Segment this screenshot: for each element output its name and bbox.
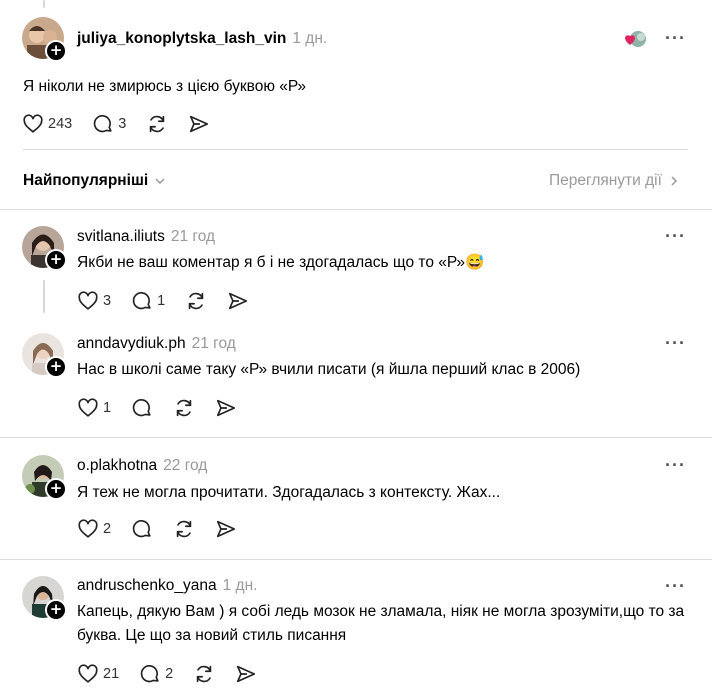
comment-text: Нас в школі саме таку «Р» вчили писати (… [77, 361, 581, 378]
reply-button[interactable]: 2 [139, 663, 173, 685]
like-button[interactable]: 2 [77, 518, 111, 540]
follow-plus-icon[interactable]: + [45, 356, 67, 378]
follow-plus-icon[interactable]: + [45, 478, 67, 500]
avatar[interactable]: + [22, 17, 67, 62]
send-icon [237, 665, 256, 683]
share-button[interactable] [215, 397, 237, 419]
comment-time: 21 год [191, 335, 236, 352]
heart-icon [78, 664, 98, 683]
comment-text: Я теж не могла прочитати. Здогадалась з … [77, 484, 501, 501]
share-button[interactable] [235, 663, 257, 685]
heart-icon [78, 291, 98, 310]
avatar[interactable]: + [22, 576, 67, 621]
avatar[interactable]: + [22, 226, 67, 271]
comment-username[interactable]: anndavydiuk.ph [77, 335, 186, 352]
more-options-icon[interactable]: ··· [665, 576, 686, 597]
avatar[interactable]: + [22, 333, 67, 378]
repost-button[interactable] [173, 397, 195, 419]
like-button[interactable]: 3 [77, 290, 111, 312]
reply-count: 2 [165, 666, 174, 682]
reply-button[interactable] [131, 397, 153, 419]
comment-icon [132, 292, 151, 310]
send-icon [217, 520, 236, 538]
comment-username[interactable]: svitlana.iliuts [77, 228, 165, 245]
reply-button[interactable]: 1 [131, 290, 165, 312]
repost-icon [176, 520, 192, 538]
reply-button[interactable]: 3 [92, 113, 126, 135]
repost-button[interactable] [173, 518, 195, 540]
divider [0, 209, 712, 210]
more-options-icon[interactable]: ··· [665, 455, 686, 476]
like-count: 3 [103, 293, 112, 309]
repost-button[interactable] [146, 113, 168, 135]
comment-username[interactable]: andruschenko_yana [77, 577, 217, 594]
comment-icon [93, 115, 112, 133]
repost-button[interactable] [185, 290, 207, 312]
post-username[interactable]: juliya_konoplytska_lash_vin [77, 30, 286, 47]
thread-line-top [43, 0, 45, 8]
more-options-icon[interactable]: ··· [665, 28, 686, 49]
more-options-icon[interactable]: ··· [665, 226, 686, 247]
like-button[interactable]: 1 [77, 397, 111, 419]
more-options-icon[interactable]: ··· [665, 333, 686, 354]
repost-icon [196, 665, 212, 683]
send-icon [217, 399, 236, 417]
share-button[interactable] [215, 518, 237, 540]
repost-icon [150, 115, 165, 133]
repost-icon [188, 292, 204, 310]
heart-icon [78, 519, 98, 538]
follow-plus-icon[interactable]: + [45, 599, 67, 621]
reply-count: 3 [118, 116, 127, 132]
heart-icon [23, 114, 43, 133]
divider [0, 437, 712, 438]
sort-dropdown[interactable]: Найпопулярніші [23, 172, 167, 190]
like-count: 21 [103, 666, 120, 682]
comment-icon [140, 665, 159, 683]
divider [0, 559, 712, 560]
comment-text: Якби не ваш коментар я б і не здогадалас… [77, 254, 485, 271]
reply-count: 1 [157, 293, 166, 309]
heart-icon [78, 398, 98, 417]
like-count: 1 [103, 400, 112, 416]
comment-icon [132, 399, 151, 417]
repost-icon [176, 399, 192, 417]
post-time: 1 дн. [292, 30, 328, 47]
divider [23, 149, 688, 150]
like-count: 243 [48, 116, 73, 132]
reply-button[interactable] [131, 518, 153, 540]
comment-time: 21 год [170, 228, 216, 245]
share-button[interactable] [227, 290, 249, 312]
follow-plus-icon[interactable]: + [45, 249, 67, 271]
like-button[interactable]: 21 [77, 663, 119, 685]
comment-time: 22 год [163, 457, 208, 474]
follow-plus-icon[interactable]: + [45, 40, 67, 62]
avatar[interactable]: + [22, 455, 67, 500]
send-icon [190, 115, 209, 133]
like-count: 2 [103, 521, 112, 537]
post-text: Я ніколи не змирюсь з цією буквою «Р» [23, 78, 306, 95]
send-icon [229, 292, 248, 310]
like-button[interactable]: 243 [22, 113, 72, 135]
view-activity-link[interactable]: Переглянути дії [549, 172, 681, 190]
share-button[interactable] [188, 113, 210, 135]
repost-button[interactable] [193, 663, 215, 685]
chevron-down-icon [155, 178, 165, 185]
sort-label: Найпопулярніші [23, 172, 149, 189]
thread-line [43, 280, 45, 313]
view-activity-label: Переглянути дії [549, 172, 662, 189]
comment-text: Капець, дякую Вам ) я собі ледь мозок не… [77, 603, 685, 644]
chevron-right-icon [671, 176, 677, 186]
comment-username[interactable]: o.plakhotna [77, 457, 157, 474]
liked-by-avatars[interactable] [622, 30, 648, 48]
comment-icon [132, 520, 151, 538]
comment-time: 1 дн. [222, 577, 258, 594]
